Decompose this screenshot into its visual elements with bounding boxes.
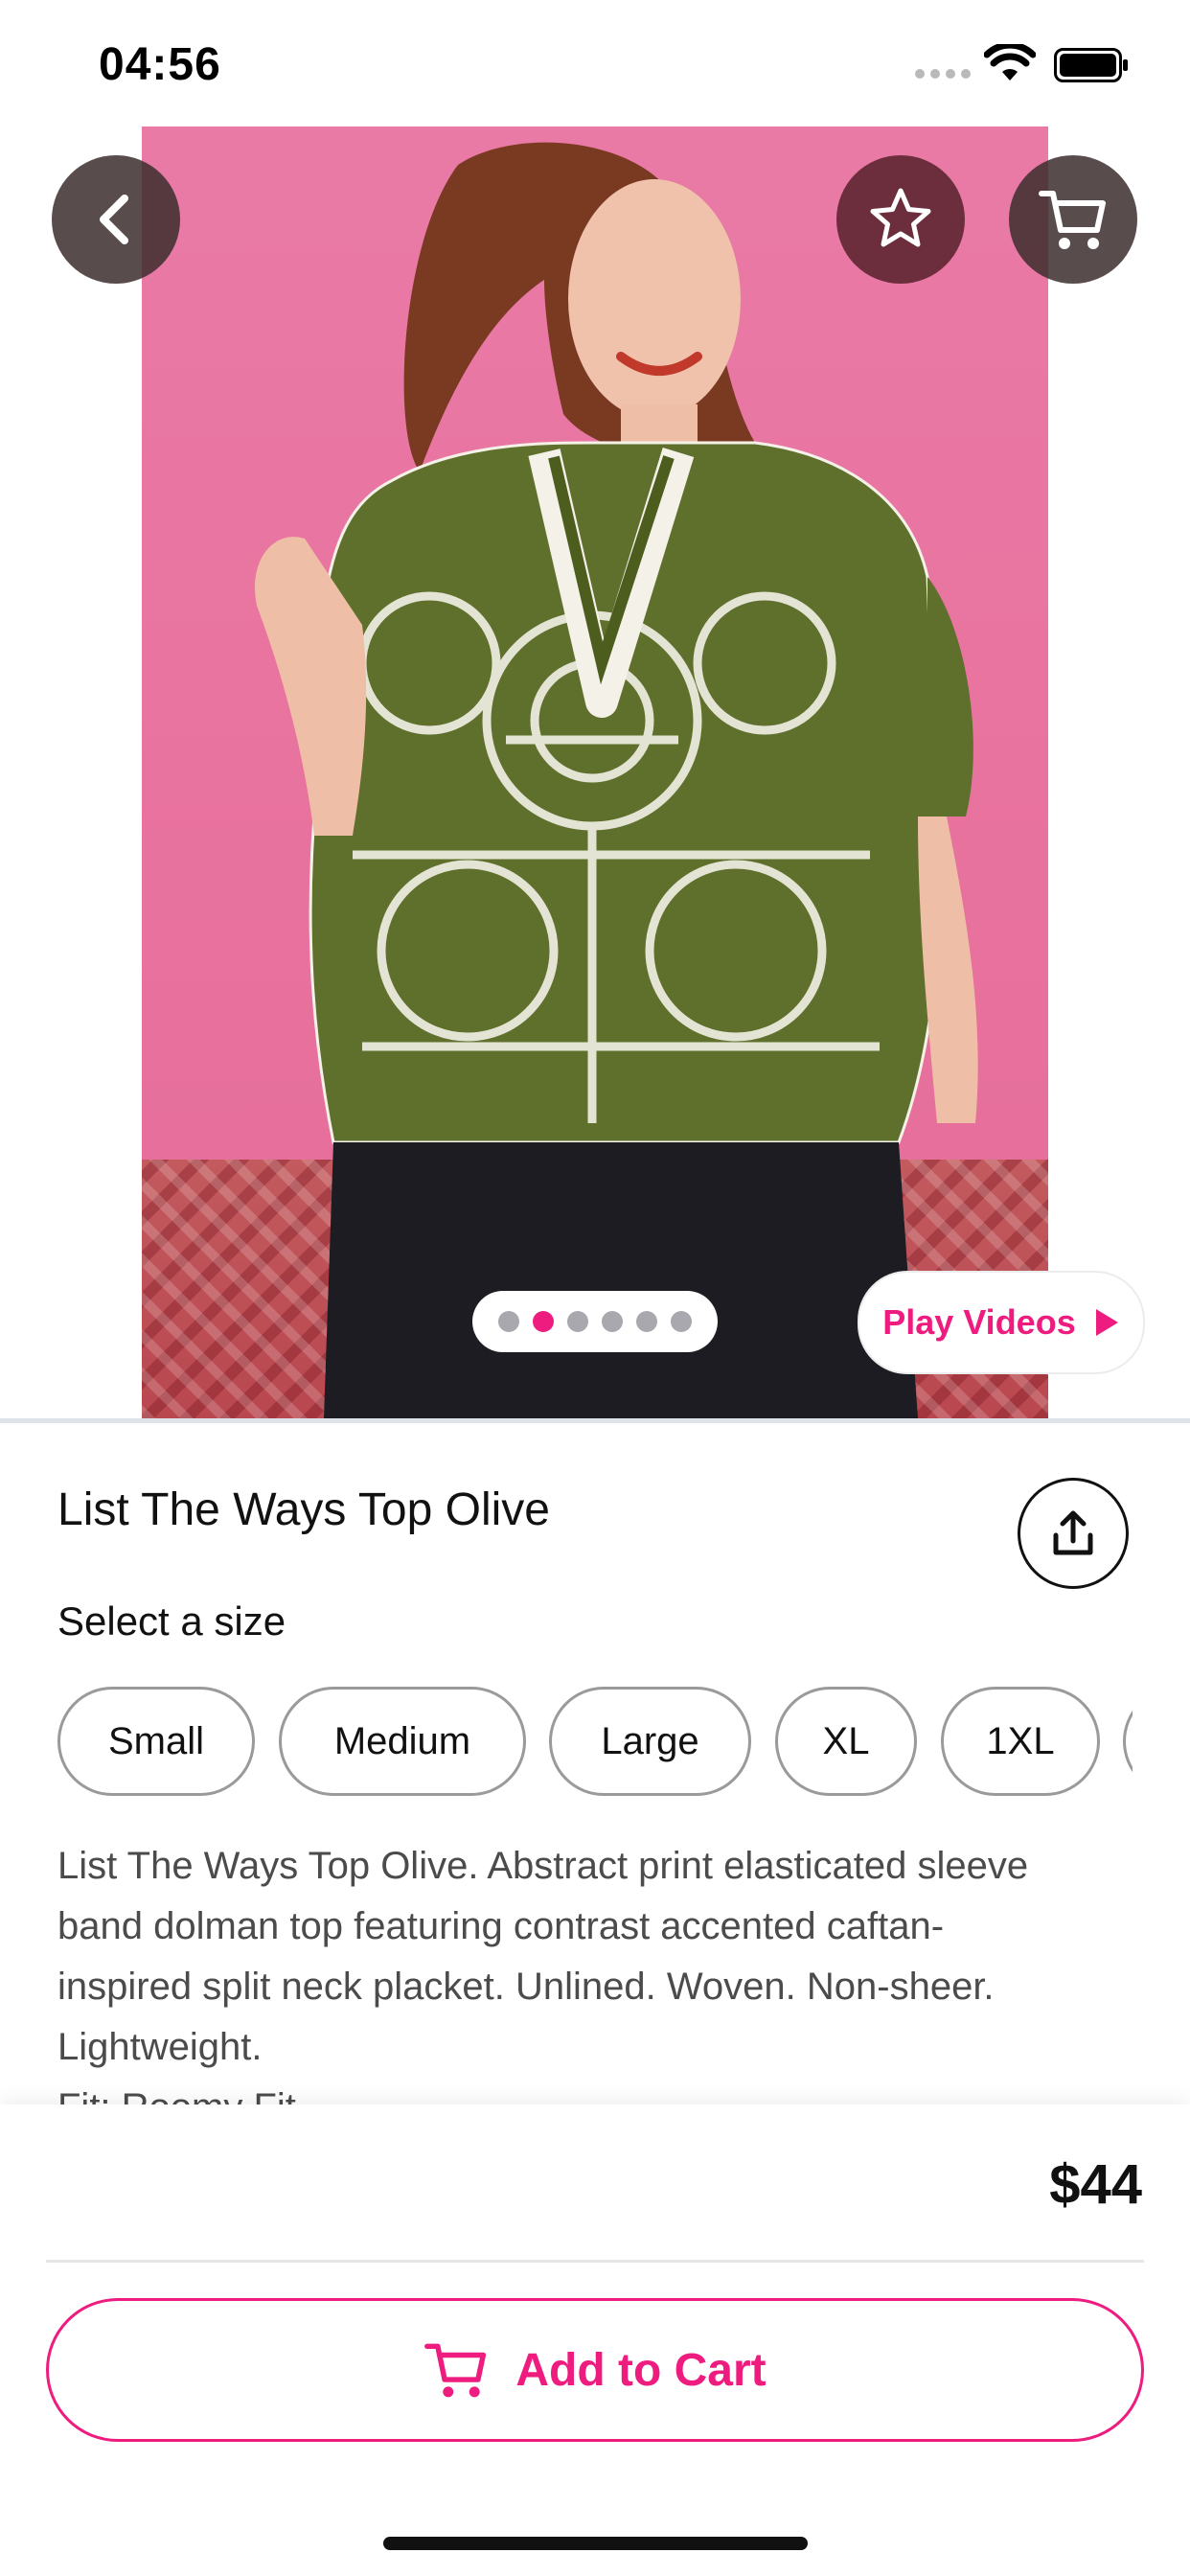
cellular-signal-icon xyxy=(915,69,971,79)
favorite-button[interactable] xyxy=(836,155,965,284)
pager-dot[interactable] xyxy=(498,1311,519,1332)
play-videos-label: Play Videos xyxy=(882,1302,1076,1342)
size-option-medium[interactable]: Medium xyxy=(279,1687,526,1796)
product-photo[interactable] xyxy=(142,126,1048,1418)
pager-dot[interactable] xyxy=(567,1311,588,1332)
size-option-partial[interactable] xyxy=(1123,1687,1133,1796)
size-selector: Small Medium Large XL 1XL xyxy=(57,1687,1133,1800)
back-button[interactable] xyxy=(52,155,180,284)
add-to-cart-label: Add to Cart xyxy=(515,2344,767,2396)
chevron-left-icon xyxy=(100,195,128,244)
play-videos-button[interactable]: Play Videos xyxy=(858,1271,1145,1374)
size-option-xl[interactable]: XL xyxy=(775,1687,917,1796)
product-detail-screen: 04:56 Play Videos List The Ways Top Oliv… xyxy=(0,0,1190,2576)
share-icon xyxy=(1053,1510,1093,1555)
description-line: inspired split neck placket. Unlined. Wo… xyxy=(57,1966,995,2008)
pager-dot[interactable] xyxy=(671,1311,692,1332)
purchase-bar: $44 Add to Cart xyxy=(0,2104,1190,2576)
share-button[interactable] xyxy=(1018,1478,1129,1589)
gallery-pager[interactable] xyxy=(472,1291,718,1352)
description-line: band dolman top featuring contrast accen… xyxy=(57,1905,945,1947)
pager-dot[interactable] xyxy=(602,1311,623,1332)
description-line: Lightweight. xyxy=(57,2026,263,2068)
product-gallery[interactable]: Play Videos xyxy=(0,126,1190,1418)
cart-button[interactable] xyxy=(1009,155,1137,284)
size-option-large[interactable]: Large xyxy=(549,1687,751,1796)
description-line: Fit: Roomy Fit xyxy=(57,2078,1140,2104)
star-icon xyxy=(870,188,931,247)
wifi-icon xyxy=(984,44,1036,80)
pager-dot[interactable] xyxy=(636,1311,657,1332)
size-option-1xl[interactable]: 1XL xyxy=(941,1687,1100,1796)
product-price: $44 xyxy=(1049,2153,1142,2216)
section-divider xyxy=(0,1418,1190,1423)
model-illustration xyxy=(255,142,978,1418)
play-icon xyxy=(1095,1309,1118,1336)
product-description: List The Ways Top Olive. Abstract print … xyxy=(57,1836,1140,2104)
battery-icon xyxy=(1054,48,1128,82)
status-time: 04:56 xyxy=(99,39,221,90)
status-bar: 04:56 xyxy=(0,0,1190,126)
purchase-bar-divider xyxy=(46,2260,1144,2263)
size-prompt: Select a size xyxy=(57,1598,286,1644)
add-to-cart-button[interactable]: Add to Cart xyxy=(46,2298,1144,2442)
cart-icon xyxy=(1039,191,1106,249)
description-line: List The Ways Top Olive. Abstract print … xyxy=(57,1845,1029,1887)
product-title: List The Ways Top Olive xyxy=(57,1484,550,1535)
pager-dot-active[interactable] xyxy=(533,1311,554,1332)
cart-icon xyxy=(424,2343,487,2398)
home-indicator[interactable] xyxy=(383,2537,808,2550)
size-option-small[interactable]: Small xyxy=(57,1687,255,1796)
